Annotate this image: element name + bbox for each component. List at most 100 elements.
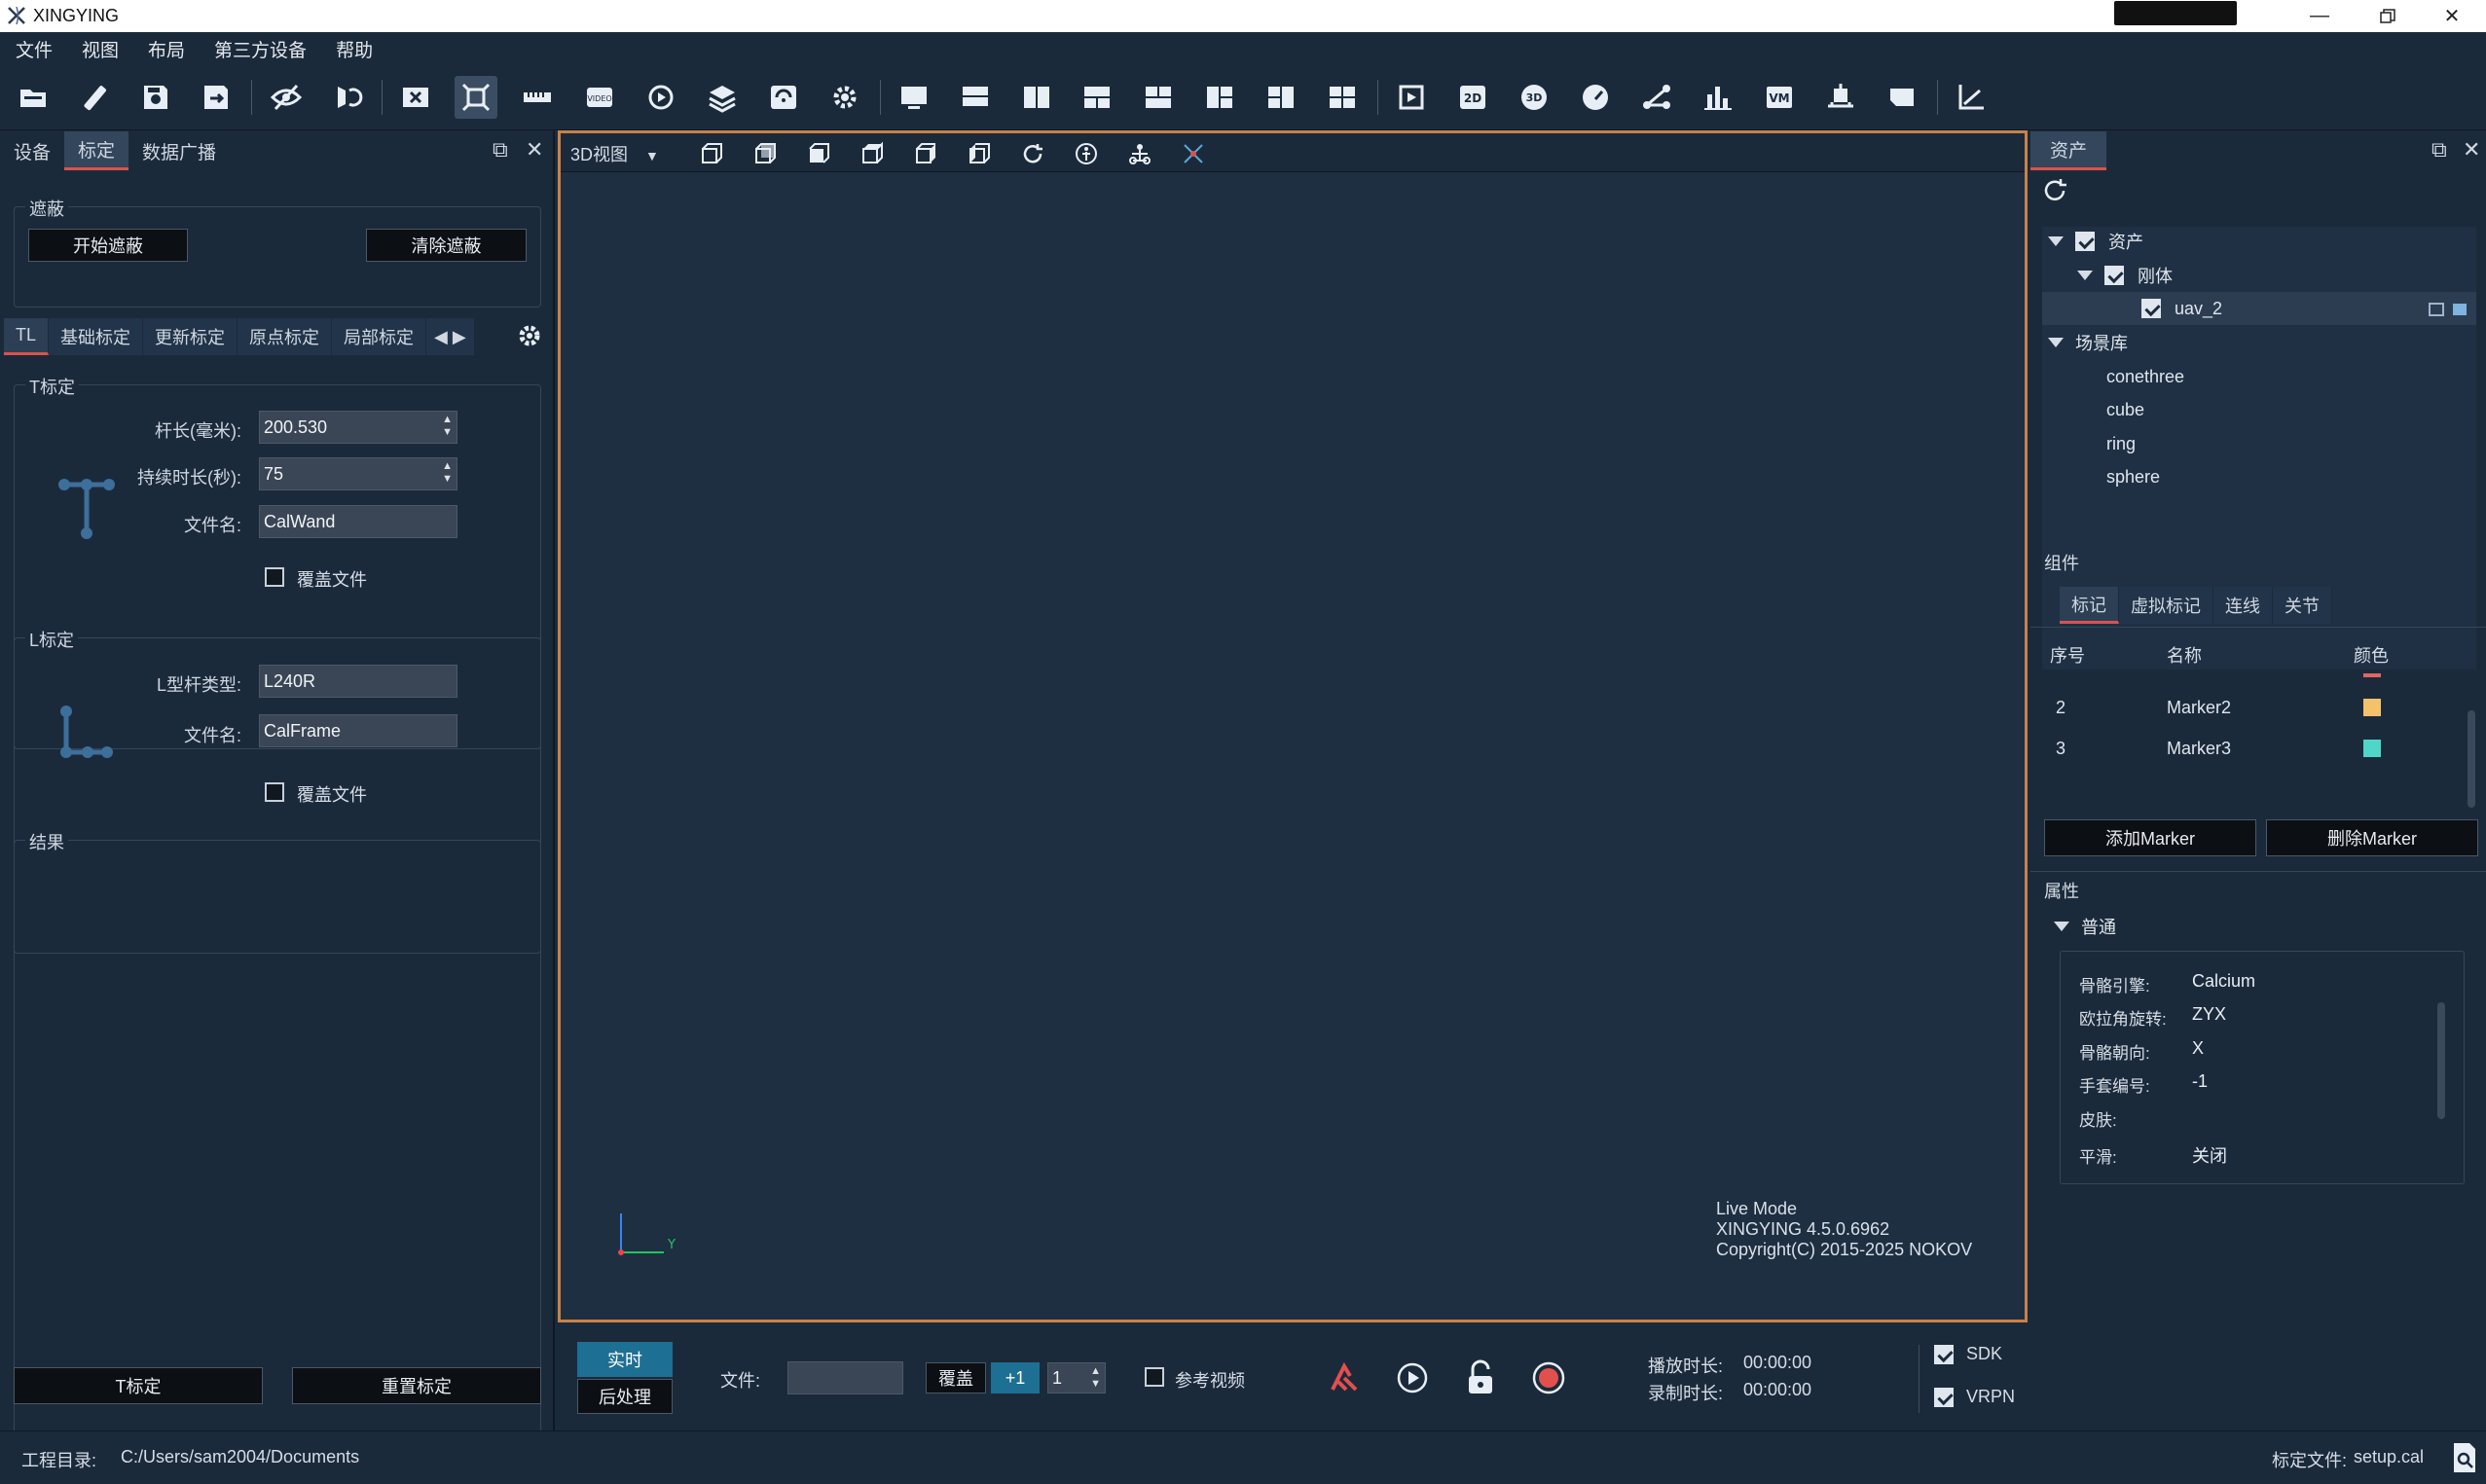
scroll-left-icon[interactable]: ◀ [434,327,448,347]
2d-icon[interactable]: 2D [1451,76,1494,119]
3d-viewport[interactable]: 3D视图 ▼ Y Live Mode XINGYING 4.5.0.6962 Co… [558,130,2028,1322]
plus-one-button[interactable]: +1 [991,1362,1040,1394]
marker-color-swatch[interactable] [2363,699,2381,716]
chart-bar-icon[interactable] [1697,76,1739,119]
restore-button[interactable] [2354,0,2422,32]
add-marker-button[interactable]: 添加Marker [2044,819,2256,856]
save-icon[interactable] [134,76,177,119]
rod-length-spinner[interactable]: ▲ ▼ [442,414,453,439]
subtab-settings-gear-icon[interactable] [516,322,543,354]
save-as-icon[interactable] [195,76,238,119]
tree-item-rigid[interactable]: 刚体 [2077,259,2173,292]
menu-third-party[interactable]: 第三方设备 [214,36,307,62]
tag-icon[interactable] [1881,76,1923,119]
expand-icon[interactable] [2077,271,2093,280]
unlock-icon[interactable] [1463,1358,1498,1397]
record-icon[interactable] [1531,1360,1566,1395]
l-type-input[interactable]: L240R [259,665,457,698]
subtab-update[interactable]: 更新标定 [143,318,238,355]
table-row[interactable]: 2 Marker2 [2046,688,2474,727]
menu-layout[interactable]: 布局 [148,36,185,62]
tab-assets[interactable]: 资产 [2030,131,2107,170]
overwrite-button[interactable]: 覆盖 [926,1362,986,1394]
rigid-checkbox[interactable] [2104,266,2124,285]
wand-icon[interactable] [73,76,116,119]
view-reset-rotate-icon[interactable] [1018,139,1047,168]
prop-value[interactable]: Calcium [2192,971,2255,992]
view-front-icon[interactable] [697,139,726,168]
view-human-icon[interactable] [1072,139,1101,168]
expand-icon[interactable] [2048,338,2064,347]
tree-item-scene-lib[interactable]: 场景库 [2048,326,2128,359]
realtime-button[interactable]: 实时 [577,1342,673,1377]
subtab-local[interactable]: 局部标定 [332,318,427,355]
layout-5-icon[interactable] [1198,76,1241,119]
prop-value[interactable]: ZYX [2192,1004,2226,1025]
minimize-button[interactable]: — [2285,0,2354,32]
tab-data-broadcast[interactable]: 数据广播 [128,131,230,170]
float-panel-icon[interactable]: ⧉ [493,137,508,163]
view-back-icon[interactable] [750,139,780,168]
start-mask-button[interactable]: 开始遮蔽 [28,229,188,262]
uav-action-icons[interactable] [2428,300,2470,319]
settings-gear-icon[interactable] [823,76,866,119]
camera-video-icon[interactable] [394,76,437,119]
layout-2-icon[interactable] [1015,76,1058,119]
subtab-origin[interactable]: 原点标定 [238,318,333,355]
t-overwrite-checkbox[interactable] [265,567,284,587]
table-scrollbar[interactable] [2468,710,2475,808]
layout-4-icon[interactable] [1137,76,1180,119]
axis-icon[interactable] [1950,76,1992,119]
props-section-general[interactable]: 普通 [2054,910,2116,943]
prop-value[interactable]: X [2192,1038,2204,1059]
file-input[interactable] [787,1361,903,1394]
view-right-icon[interactable] [965,139,994,168]
l-overwrite-checkbox[interactable] [265,782,284,802]
view-mode-dropdown[interactable]: 3D视图 ▼ [570,141,659,166]
prop-value[interactable]: -1 [2192,1071,2208,1092]
open-folder-icon[interactable] [12,76,55,119]
menu-file[interactable]: 文件 [16,36,53,62]
skeleton-icon[interactable] [1635,76,1678,119]
prop-value[interactable]: 关闭 [2192,1142,2227,1168]
scroll-right-icon[interactable]: ▶ [453,327,466,347]
close-panel-icon[interactable]: ✕ [2463,137,2480,163]
refresh-play-icon[interactable] [640,76,682,119]
calibrate-icon[interactable] [455,76,497,119]
float-panel-icon[interactable]: ⧉ [2431,137,2447,163]
view-rigid-icon[interactable] [1125,139,1154,168]
reset-calibration-button[interactable]: 重置标定 [292,1367,541,1404]
counter-input[interactable]: 1 ▲ ▼ [1047,1362,1106,1394]
close-panel-icon[interactable]: ✕ [526,137,543,163]
hide-eye-icon[interactable] [265,76,308,119]
tab-calibration[interactable]: 标定 [64,131,129,170]
tab-links[interactable]: 连线 [2213,587,2273,624]
tab-virtual-markers[interactable]: 虚拟标记 [2119,587,2213,624]
view-left-icon[interactable] [911,139,940,168]
props-scrollbar[interactable] [2437,1002,2445,1119]
layers-icon[interactable] [701,76,744,119]
layout-3-icon[interactable] [1076,76,1118,119]
layout-1-icon[interactable] [954,76,997,119]
tree-item-assets[interactable]: 资产 [2048,225,2143,258]
counter-spinner[interactable]: ▲ ▼ [1090,1365,1101,1391]
t-filename-input[interactable]: CalWand [259,505,457,538]
play-icon[interactable] [1395,1360,1430,1395]
monitor-icon[interactable] [893,76,935,119]
3d-icon[interactable]: 3D [1513,76,1555,119]
video-icon[interactable]: VIDEO [578,76,621,119]
remove-marker-button[interactable]: 删除Marker [2266,819,2478,856]
ref-video-checkbox[interactable] [1145,1367,1164,1387]
scene-item-ring[interactable]: ring [2106,427,2136,460]
vm-icon[interactable]: VM [1758,76,1801,119]
table-row[interactable]: 3 Marker3 [2046,729,2474,768]
marker-color-swatch[interactable] [2363,740,2381,757]
rod-length-input[interactable]: 200.530 ▲ ▼ [259,411,457,444]
t-calibrate-button[interactable]: T标定 [14,1367,263,1404]
video-replay-icon[interactable] [1390,76,1433,119]
duration-input[interactable]: 75 ▲ ▼ [259,457,457,490]
scene-item-sphere[interactable]: sphere [2106,460,2160,493]
subtab-tl[interactable]: TL [4,318,50,355]
device-icon[interactable] [1819,76,1862,119]
refresh-icon[interactable] [2040,176,2069,205]
